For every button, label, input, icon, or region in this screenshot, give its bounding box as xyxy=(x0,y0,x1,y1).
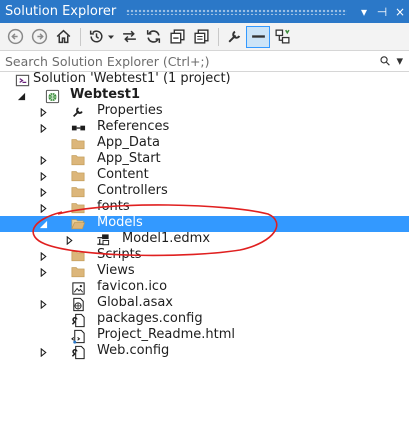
tree-row-app-data[interactable]: App_Data xyxy=(0,135,409,152)
tree-row-packages-config[interactable]: packages.config xyxy=(0,311,409,328)
folder-icon xyxy=(70,152,86,168)
tree-row-properties[interactable]: Properties xyxy=(0,103,409,120)
tree-item-label: Project_Readme.html xyxy=(97,327,236,342)
auto-hide-pin-icon[interactable]: ⊣ xyxy=(373,5,391,19)
properties-icon[interactable] xyxy=(223,27,245,47)
config-file-icon xyxy=(70,312,86,328)
close-icon[interactable]: × xyxy=(391,5,409,19)
tree-item-label: Model1.edmx xyxy=(122,231,211,246)
tree-item-label: App_Start xyxy=(97,151,161,166)
project-label: Webtest1 xyxy=(70,87,141,102)
collapsed-arrow-icon[interactable] xyxy=(38,267,48,277)
collapsed-arrow-icon[interactable] xyxy=(64,235,74,245)
tree-row-controllers[interactable]: Controllers xyxy=(0,183,409,200)
home-icon[interactable] xyxy=(52,27,74,47)
history-dropdown-icon[interactable] xyxy=(106,27,116,47)
back-icon[interactable] xyxy=(4,27,26,47)
tree-row-references[interactable]: References xyxy=(0,119,409,136)
folder-icon xyxy=(70,248,86,264)
solution-icon xyxy=(14,72,30,88)
tree-row-global-asax[interactable]: Global.asax xyxy=(0,295,409,312)
collapsed-arrow-icon[interactable] xyxy=(38,347,48,357)
collapsed-arrow-icon[interactable] xyxy=(38,171,48,181)
folder-icon xyxy=(70,168,86,184)
tree-item-label: fonts xyxy=(97,199,130,214)
tree-row-models[interactable]: Models xyxy=(0,215,409,232)
sync-icon[interactable] xyxy=(118,27,140,47)
folder-open-icon xyxy=(70,216,86,232)
tree-row-fonts[interactable]: fonts xyxy=(0,199,409,216)
search-options-dropdown-icon[interactable]: ▾ xyxy=(396,54,403,69)
folder-icon xyxy=(70,264,86,280)
toolbar-separator xyxy=(80,27,81,46)
folder-icon xyxy=(70,184,86,200)
tree-item-label: App_Data xyxy=(97,135,160,150)
solution-label: Solution 'Webtest1' (1 project) xyxy=(33,71,231,86)
tree-item-label: Global.asax xyxy=(97,295,174,310)
search-icon[interactable]: ⚲ xyxy=(377,52,394,69)
tree-row-project-readme[interactable]: Project_Readme.html xyxy=(0,327,409,344)
tree-item-label: Views xyxy=(97,263,135,278)
refresh-icon[interactable] xyxy=(142,27,164,47)
tree-row-views[interactable]: Views xyxy=(0,263,409,280)
tree-row-app-start[interactable]: App_Start xyxy=(0,151,409,168)
tree-row-content[interactable]: Content xyxy=(0,167,409,184)
html-file-icon xyxy=(70,328,86,344)
tree-item-label: References xyxy=(97,119,170,134)
tree-item-label: Properties xyxy=(97,103,163,118)
tree-item-label: favicon.ico xyxy=(97,279,168,294)
edmx-icon xyxy=(95,232,111,248)
tree-item-label: Scripts xyxy=(97,247,142,262)
tree-row-project[interactable]: Webtest1 xyxy=(0,87,409,104)
window-position-dropdown-icon[interactable]: ▾ xyxy=(355,5,373,19)
show-all-files-icon[interactable] xyxy=(246,25,270,48)
search-input[interactable] xyxy=(5,53,375,69)
collapsed-arrow-icon[interactable] xyxy=(38,251,48,261)
solution-explorer-toolbar xyxy=(0,23,409,50)
tree-row-solution[interactable]: Solution 'Webtest1' (1 project) xyxy=(0,71,409,88)
tree-item-label: Controllers xyxy=(97,183,168,198)
tree-row-scripts[interactable]: Scripts xyxy=(0,247,409,264)
expanded-arrow-icon[interactable] xyxy=(38,219,48,229)
copy-icon[interactable] xyxy=(190,27,212,47)
global-asax-icon xyxy=(70,296,86,312)
tree-row-web-config[interactable]: Web.config xyxy=(0,343,409,360)
window-title: Solution Explorer xyxy=(5,4,117,19)
expanded-arrow-icon[interactable] xyxy=(16,91,26,101)
tree-item-label: Web.config xyxy=(97,343,170,358)
history-icon[interactable] xyxy=(85,27,107,47)
config-file-icon xyxy=(70,344,86,360)
wrench-icon xyxy=(70,104,86,120)
tree-row-favicon[interactable]: favicon.ico xyxy=(0,279,409,296)
collapsed-arrow-icon[interactable] xyxy=(38,299,48,309)
collapsed-arrow-icon[interactable] xyxy=(38,187,48,197)
web-project-icon xyxy=(44,88,60,104)
title-grip xyxy=(126,8,347,15)
collapsed-arrow-icon[interactable] xyxy=(38,203,48,213)
collapsed-arrow-icon[interactable] xyxy=(38,155,48,165)
solution-explorer-title-bar: Solution Explorer ▾ ⊣ × xyxy=(0,0,409,23)
tree-item-label: packages.config xyxy=(97,311,203,326)
image-file-icon xyxy=(70,280,86,296)
view-class-diagram-icon[interactable] xyxy=(271,27,293,47)
tree-row-model1-edmx[interactable]: Model1.edmx xyxy=(0,231,409,248)
collapse-all-icon[interactable] xyxy=(166,27,188,47)
folder-icon xyxy=(70,136,86,152)
search-bar: ⚲ ▾ xyxy=(0,50,409,72)
folder-icon xyxy=(70,200,86,216)
tree-item-label: Content xyxy=(97,167,149,182)
toolbar-separator xyxy=(218,27,219,46)
forward-icon[interactable] xyxy=(28,27,50,47)
collapsed-arrow-icon[interactable] xyxy=(38,123,48,133)
collapsed-arrow-icon[interactable] xyxy=(38,107,48,117)
tree-item-label: Models xyxy=(97,215,143,230)
references-icon xyxy=(70,120,86,136)
